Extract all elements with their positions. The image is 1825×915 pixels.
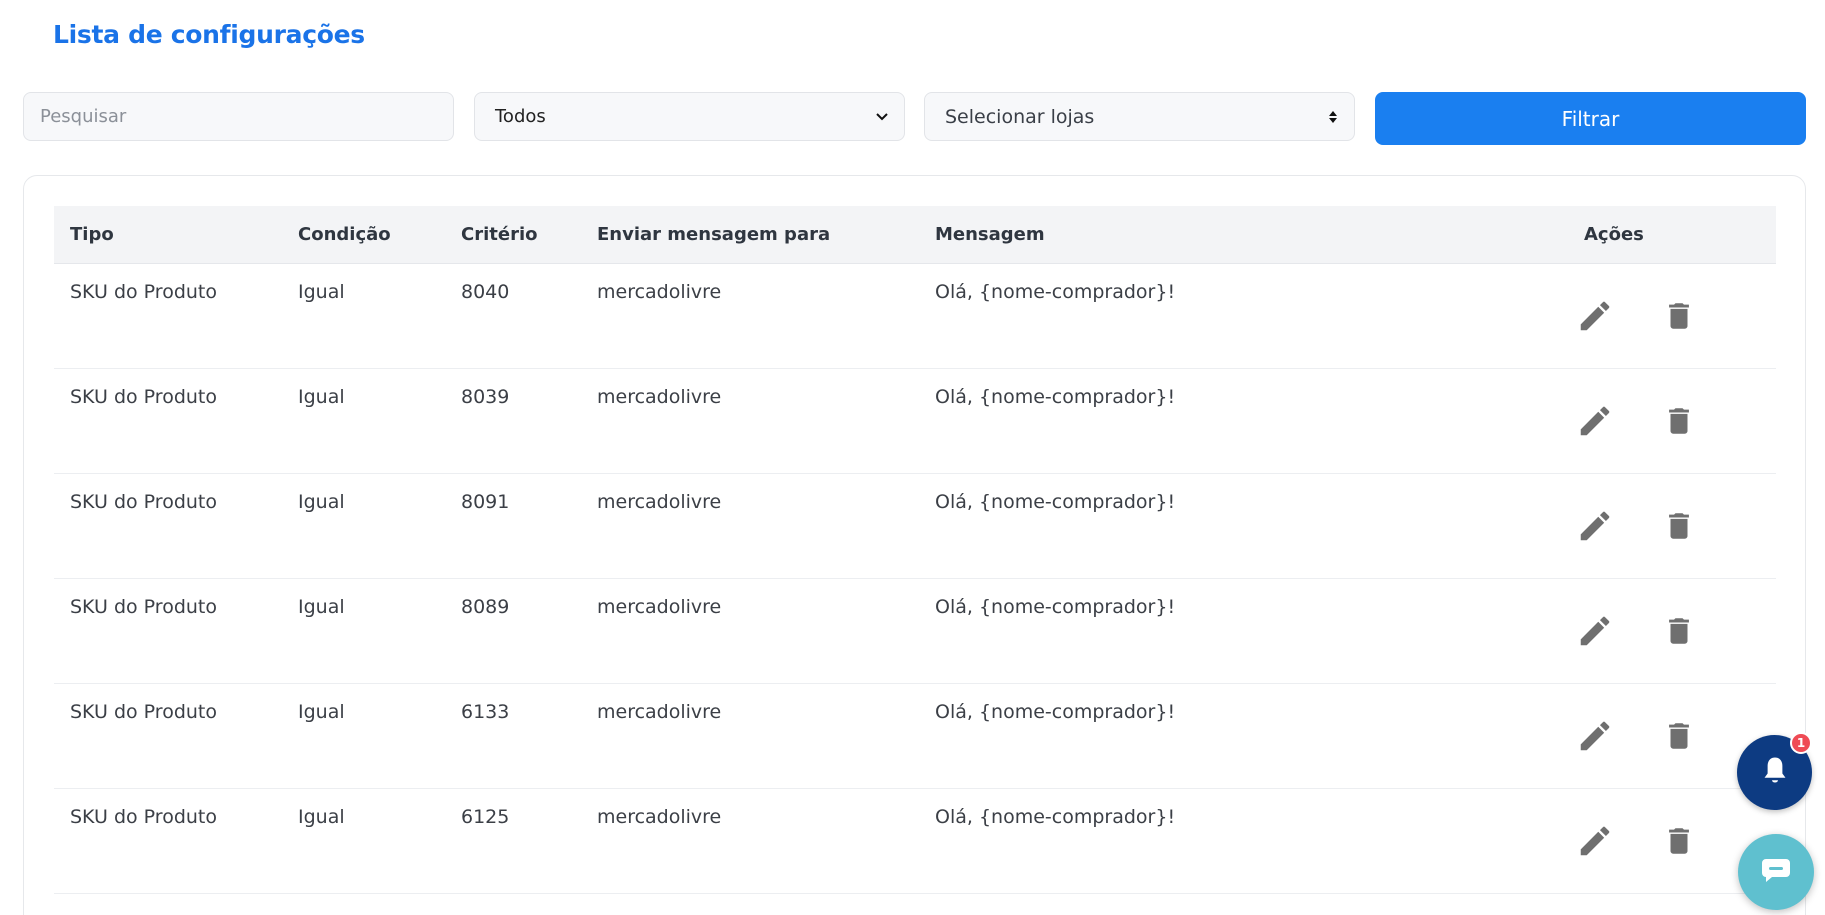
cell-criterio: 8039 bbox=[461, 386, 510, 408]
page-title: Lista de configurações bbox=[53, 20, 365, 49]
cell-criterio: 6133 bbox=[461, 701, 510, 723]
delete-button[interactable] bbox=[1659, 611, 1699, 651]
trash-icon bbox=[1669, 618, 1689, 644]
header-tipo: Tipo bbox=[70, 224, 114, 245]
header-condicao: Condição bbox=[298, 224, 391, 245]
cell-mensagem: Olá, {nome-comprador}! bbox=[935, 701, 1176, 723]
cell-enviar: mercadolivre bbox=[597, 491, 722, 513]
row-actions bbox=[1575, 716, 1699, 756]
cell-mensagem: Olá, {nome-comprador}! bbox=[935, 806, 1176, 828]
delete-button[interactable] bbox=[1659, 716, 1699, 756]
edit-button[interactable] bbox=[1575, 296, 1615, 336]
pencil-icon bbox=[1580, 616, 1610, 646]
cell-tipo: SKU do Produto bbox=[70, 281, 217, 303]
chat-icon bbox=[1760, 856, 1792, 888]
table-row: SKU do Produto Igual 6133 mercadolivre Olá, … bbox=[54, 684, 1776, 789]
table-row: SKU do Produto Igual 8089 mercadolivre Olá, … bbox=[54, 579, 1776, 684]
filters-bar: Todos Selecionar lojas Filtrar bbox=[23, 92, 1806, 146]
row-actions bbox=[1575, 611, 1699, 651]
configurations-card: Tipo Condição Critério Enviar mensagem p… bbox=[23, 175, 1806, 915]
pencil-icon bbox=[1580, 406, 1610, 436]
header-mensagem: Mensagem bbox=[935, 224, 1045, 245]
delete-button[interactable] bbox=[1659, 296, 1699, 336]
filter-button[interactable]: Filtrar bbox=[1375, 92, 1806, 145]
type-select[interactable]: Todos bbox=[474, 92, 905, 141]
cell-mensagem: Olá, {nome-comprador}! bbox=[935, 491, 1176, 513]
cell-mensagem: Olá, {nome-comprador}! bbox=[935, 386, 1176, 408]
chat-button[interactable] bbox=[1738, 834, 1814, 910]
cell-criterio: 8040 bbox=[461, 281, 510, 303]
cell-mensagem: Olá, {nome-comprador}! bbox=[935, 281, 1176, 303]
stores-select[interactable]: Selecionar lojas bbox=[924, 92, 1355, 141]
notifications-button[interactable]: 1 bbox=[1737, 732, 1812, 810]
trash-icon bbox=[1669, 828, 1689, 854]
notification-badge: 1 bbox=[1790, 732, 1812, 754]
pencil-icon bbox=[1580, 301, 1610, 331]
type-select-value: Todos bbox=[495, 106, 546, 127]
table-body: SKU do Produto Igual 8040 mercadolivre Olá, … bbox=[54, 264, 1776, 894]
cell-enviar: mercadolivre bbox=[597, 386, 722, 408]
edit-button[interactable] bbox=[1575, 506, 1615, 546]
stores-select-value: Selecionar lojas bbox=[945, 105, 1095, 128]
table-row: SKU do Produto Igual 8039 mercadolivre Olá, … bbox=[54, 369, 1776, 474]
header-enviar: Enviar mensagem para bbox=[597, 224, 831, 245]
table-header: Tipo Condição Critério Enviar mensagem p… bbox=[54, 206, 1776, 264]
cell-tipo: SKU do Produto bbox=[70, 806, 217, 828]
trash-icon bbox=[1669, 408, 1689, 434]
trash-icon bbox=[1669, 513, 1689, 539]
chevron-down-icon bbox=[876, 109, 888, 125]
edit-button[interactable] bbox=[1575, 716, 1615, 756]
table-row: SKU do Produto Igual 8091 mercadolivre Olá, … bbox=[54, 474, 1776, 579]
delete-button[interactable] bbox=[1659, 506, 1699, 546]
delete-button[interactable] bbox=[1659, 821, 1699, 861]
cell-enviar: mercadolivre bbox=[597, 596, 722, 618]
search-input[interactable] bbox=[23, 92, 454, 141]
cell-condicao: Igual bbox=[298, 806, 345, 828]
trash-icon bbox=[1669, 303, 1689, 329]
sort-arrows-icon bbox=[1328, 110, 1338, 124]
cell-criterio: 8091 bbox=[461, 491, 510, 513]
cell-condicao: Igual bbox=[298, 596, 345, 618]
edit-button[interactable] bbox=[1575, 611, 1615, 651]
cell-tipo: SKU do Produto bbox=[70, 701, 217, 723]
row-actions bbox=[1575, 821, 1699, 861]
trash-icon bbox=[1669, 723, 1689, 749]
row-actions bbox=[1575, 506, 1699, 546]
cell-enviar: mercadolivre bbox=[597, 281, 722, 303]
edit-button[interactable] bbox=[1575, 821, 1615, 861]
cell-enviar: mercadolivre bbox=[597, 806, 722, 828]
pencil-icon bbox=[1580, 511, 1610, 541]
cell-tipo: SKU do Produto bbox=[70, 491, 217, 513]
header-acoes: Ações bbox=[1584, 224, 1644, 245]
pencil-icon bbox=[1580, 826, 1610, 856]
cell-condicao: Igual bbox=[298, 701, 345, 723]
cell-tipo: SKU do Produto bbox=[70, 596, 217, 618]
header-criterio: Critério bbox=[461, 224, 538, 245]
cell-criterio: 8089 bbox=[461, 596, 510, 618]
pencil-icon bbox=[1580, 721, 1610, 751]
row-actions bbox=[1575, 401, 1699, 441]
cell-mensagem: Olá, {nome-comprador}! bbox=[935, 596, 1176, 618]
delete-button[interactable] bbox=[1659, 401, 1699, 441]
table-row: SKU do Produto Igual 6125 mercadolivre Olá, … bbox=[54, 789, 1776, 894]
bell-icon bbox=[1760, 755, 1790, 791]
cell-condicao: Igual bbox=[298, 491, 345, 513]
cell-condicao: Igual bbox=[298, 281, 345, 303]
row-actions bbox=[1575, 296, 1699, 336]
configurations-table: Tipo Condição Critério Enviar mensagem p… bbox=[54, 206, 1776, 894]
edit-button[interactable] bbox=[1575, 401, 1615, 441]
cell-condicao: Igual bbox=[298, 386, 345, 408]
table-row: SKU do Produto Igual 8040 mercadolivre Olá, … bbox=[54, 264, 1776, 369]
cell-enviar: mercadolivre bbox=[597, 701, 722, 723]
cell-tipo: SKU do Produto bbox=[70, 386, 217, 408]
cell-criterio: 6125 bbox=[461, 806, 510, 828]
